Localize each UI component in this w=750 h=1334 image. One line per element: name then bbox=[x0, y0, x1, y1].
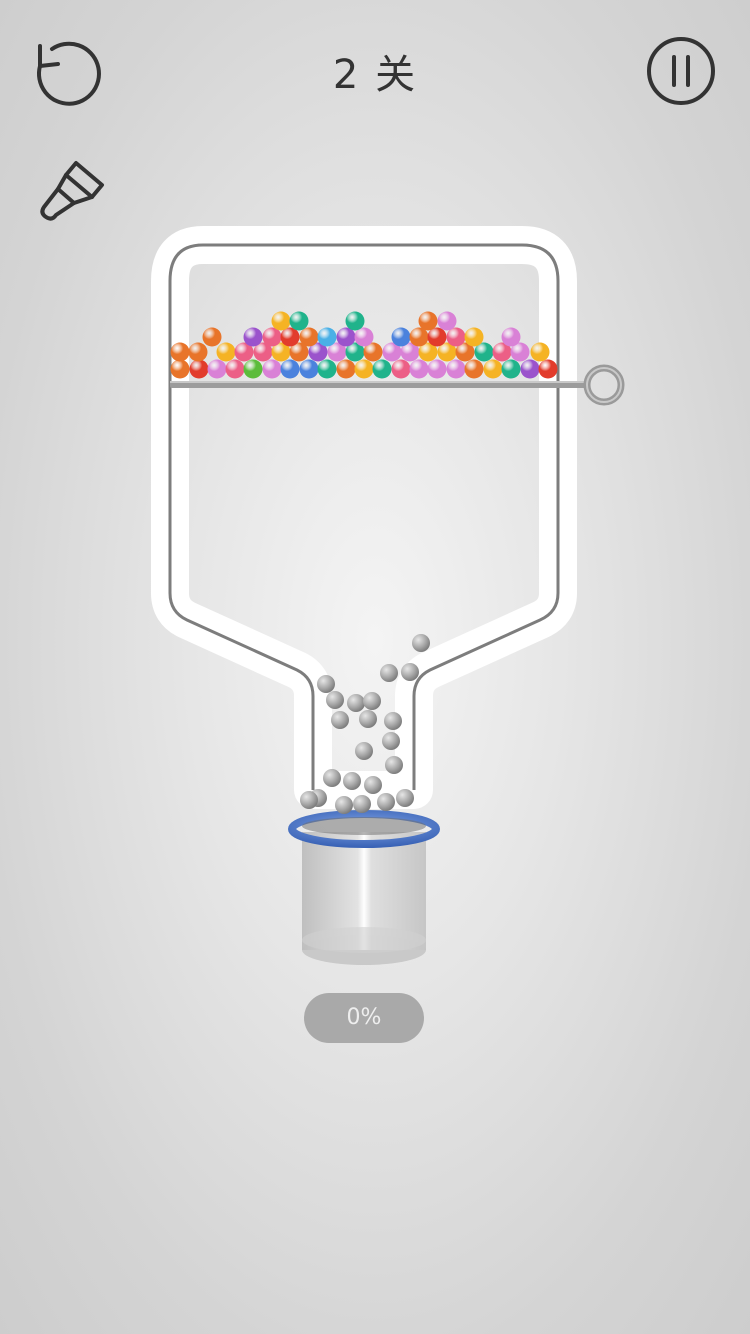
colored-ball bbox=[280, 359, 300, 379]
colored-ball bbox=[520, 359, 540, 379]
colored-ball bbox=[243, 359, 263, 379]
gray-ball bbox=[326, 691, 344, 709]
colored-ball bbox=[345, 311, 365, 331]
gray-ball bbox=[335, 796, 353, 814]
colored-ball bbox=[446, 327, 466, 347]
gray-ball bbox=[401, 663, 419, 681]
gray-ball bbox=[382, 732, 400, 750]
gray-ball bbox=[317, 675, 335, 693]
colored-ball bbox=[189, 359, 209, 379]
gray-ball bbox=[396, 789, 414, 807]
colored-ball bbox=[170, 342, 190, 362]
colored-ball bbox=[207, 359, 227, 379]
colored-ball bbox=[262, 359, 282, 379]
gray-ball bbox=[331, 711, 349, 729]
colored-ball bbox=[170, 359, 190, 379]
colored-ball bbox=[280, 327, 300, 347]
colored-ball bbox=[501, 327, 521, 347]
colored-ball bbox=[464, 327, 484, 347]
gray-ball bbox=[363, 692, 381, 710]
colored-ball bbox=[243, 327, 263, 347]
colored-ball bbox=[501, 359, 521, 379]
colored-ball bbox=[372, 359, 392, 379]
colored-ball bbox=[225, 359, 245, 379]
colored-ball bbox=[446, 359, 466, 379]
colored-ball bbox=[427, 327, 447, 347]
colored-ball bbox=[418, 311, 438, 331]
colored-ball bbox=[299, 327, 319, 347]
colored-ball bbox=[409, 359, 429, 379]
colored-ball bbox=[538, 359, 558, 379]
collector-cup bbox=[288, 810, 440, 965]
colored-ball bbox=[188, 342, 208, 362]
gray-ball bbox=[384, 712, 402, 730]
colored-ball bbox=[336, 327, 356, 347]
colored-ball bbox=[354, 359, 374, 379]
colored-ball bbox=[483, 359, 503, 379]
colored-ball bbox=[336, 359, 356, 379]
gray-ball bbox=[355, 742, 373, 760]
gray-ball bbox=[380, 664, 398, 682]
colored-ball bbox=[289, 311, 309, 331]
colored-ball bbox=[409, 327, 429, 347]
colored-ball bbox=[391, 359, 411, 379]
colored-ball bbox=[317, 327, 337, 347]
gray-ball bbox=[347, 694, 365, 712]
colored-ball bbox=[427, 359, 447, 379]
gray-ball bbox=[385, 756, 403, 774]
gray-ball bbox=[353, 795, 371, 813]
colored-ball bbox=[464, 359, 484, 379]
gray-ball bbox=[412, 634, 430, 652]
gray-ball bbox=[300, 791, 318, 809]
colored-ball bbox=[262, 327, 282, 347]
colored-ball bbox=[202, 327, 222, 347]
colored-ball bbox=[530, 342, 550, 362]
colored-ball bbox=[216, 342, 236, 362]
colored-ball bbox=[354, 327, 374, 347]
gray-ball bbox=[323, 769, 341, 787]
colored-ball bbox=[437, 311, 457, 331]
gray-ball bbox=[343, 772, 361, 790]
colored-ball bbox=[299, 359, 319, 379]
gray-ball bbox=[359, 710, 377, 728]
gray-ball bbox=[377, 793, 395, 811]
colored-ball bbox=[271, 311, 291, 331]
colored-ball bbox=[391, 327, 411, 347]
progress-indicator: 0% bbox=[304, 993, 424, 1043]
colored-ball bbox=[317, 359, 337, 379]
gray-ball bbox=[364, 776, 382, 794]
colored-balls bbox=[170, 311, 558, 379]
game-scene bbox=[151, 226, 625, 965]
bottle bbox=[151, 226, 577, 809]
